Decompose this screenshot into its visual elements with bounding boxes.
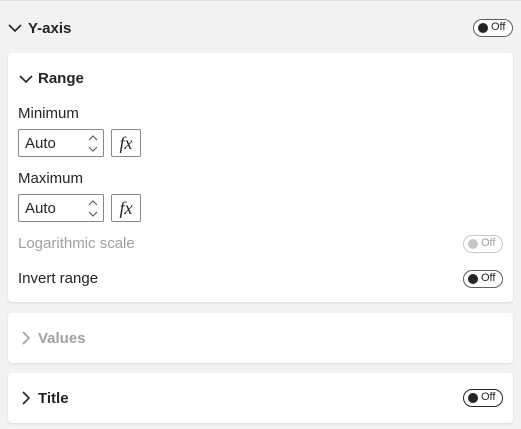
maximum-input[interactable]: Auto xyxy=(18,194,104,222)
chevron-down-icon[interactable] xyxy=(8,23,22,33)
toggle-label: Off xyxy=(491,21,506,33)
values-card[interactable]: Values xyxy=(8,313,513,363)
chevron-right-icon[interactable] xyxy=(21,331,31,345)
yaxis-section-header[interactable]: Y-axis Off xyxy=(0,12,521,44)
range-card: Range Minimum Auto fx Maximum Auto fx Lo… xyxy=(8,53,513,302)
title-card[interactable]: Title Off xyxy=(8,373,513,423)
maximum-label: Maximum xyxy=(18,170,84,187)
range-title: Range xyxy=(38,70,84,87)
log-scale-toggle[interactable]: Off xyxy=(463,235,503,253)
yaxis-toggle[interactable]: Off xyxy=(473,19,513,37)
minimum-label: Minimum xyxy=(18,105,79,122)
minimum-value: Auto xyxy=(25,135,56,152)
minimum-input[interactable]: Auto xyxy=(18,129,104,157)
spin-up-icon[interactable] xyxy=(87,133,99,143)
invert-range-toggle[interactable]: Off xyxy=(463,270,503,288)
invert-range-label: Invert range xyxy=(18,270,99,287)
toggle-label: Off xyxy=(481,391,496,403)
toggle-knob xyxy=(478,23,488,33)
yaxis-title: Y-axis xyxy=(28,20,72,37)
toggle-knob xyxy=(468,239,478,249)
toggle-knob xyxy=(468,274,478,284)
chevron-down-icon[interactable] xyxy=(19,74,33,84)
log-scale-label: Logarithmic scale xyxy=(18,235,135,252)
maximum-value: Auto xyxy=(25,200,56,217)
spin-down-icon[interactable] xyxy=(87,144,99,154)
title-toggle[interactable]: Off xyxy=(463,389,503,407)
toggle-label: Off xyxy=(481,272,496,284)
toggle-label: Off xyxy=(481,237,496,249)
range-card-header[interactable]: Range xyxy=(8,53,513,103)
spin-up-icon[interactable] xyxy=(87,198,99,208)
toggle-knob xyxy=(468,393,478,403)
maximum-fx-button[interactable]: fx xyxy=(111,194,141,222)
spin-down-icon[interactable] xyxy=(87,209,99,219)
values-title: Values xyxy=(38,330,86,347)
title-section-title: Title xyxy=(38,390,69,407)
minimum-fx-button[interactable]: fx xyxy=(111,129,141,157)
top-divider xyxy=(0,0,521,1)
chevron-right-icon[interactable] xyxy=(21,391,31,405)
